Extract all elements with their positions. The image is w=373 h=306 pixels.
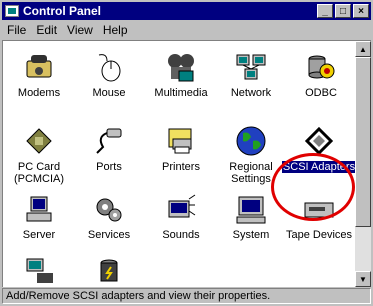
item-label: PC Card (PCMCIA)	[13, 161, 65, 185]
network-icon	[235, 51, 267, 83]
item-label: Modems	[17, 87, 61, 99]
item-label: Mouse	[92, 87, 126, 99]
scroll-down-icon[interactable]: ▼	[355, 271, 371, 287]
mouse-icon	[93, 51, 125, 83]
item-label: Network	[230, 87, 272, 99]
item-label: Services	[87, 229, 131, 241]
item-mouse[interactable]: Mouse	[73, 51, 145, 99]
item-services[interactable]: Services	[73, 193, 145, 241]
system-icon	[235, 193, 267, 225]
item-printers[interactable]: Printers	[145, 125, 217, 173]
services-icon	[93, 193, 125, 225]
modem-icon	[23, 51, 55, 83]
item-ports[interactable]: Ports	[73, 125, 145, 173]
window-title: Control Panel	[23, 4, 102, 18]
ups-icon	[93, 255, 125, 287]
close-button[interactable]: ×	[353, 4, 369, 18]
printers-icon	[165, 125, 197, 157]
item-pc-card[interactable]: PC Card (PCMCIA)	[3, 125, 75, 185]
server-icon	[23, 193, 55, 225]
menu-bar: File Edit View Help	[2, 21, 371, 39]
control-panel-icon	[5, 5, 19, 17]
item-label: System	[232, 229, 270, 241]
menu-view[interactable]: View	[62, 23, 98, 37]
menu-help[interactable]: Help	[98, 23, 133, 37]
globe-icon	[235, 125, 267, 157]
minimize-button[interactable]: _	[317, 4, 333, 18]
item-label: Sounds	[162, 229, 200, 241]
sounds-icon	[165, 193, 197, 225]
menu-file[interactable]: File	[2, 23, 31, 37]
vertical-scrollbar[interactable]: ▲ ▼	[355, 41, 371, 287]
control-panel-window: Control Panel _ □ × File Edit View Help …	[0, 0, 373, 306]
item-label: Ports	[96, 161, 122, 173]
ports-icon	[93, 125, 125, 157]
title-bar[interactable]: Control Panel _ □ ×	[2, 2, 371, 20]
item-multimedia[interactable]: Multimedia	[145, 51, 217, 99]
multimedia-icon	[165, 51, 197, 83]
item-label: Server	[22, 229, 56, 241]
telephony-icon	[23, 255, 55, 287]
menu-edit[interactable]: Edit	[31, 23, 62, 37]
pc-card-icon	[23, 125, 55, 157]
item-modems[interactable]: Modems	[3, 51, 75, 99]
item-label: Multimedia	[154, 87, 208, 99]
item-sounds[interactable]: Sounds	[145, 193, 217, 241]
item-telephony[interactable]	[3, 255, 75, 287]
item-label: Tape Devices	[285, 229, 353, 241]
icon-view: Modems Mouse Multimedia Network ODBC PC …	[2, 40, 371, 287]
item-label: Printers	[162, 161, 200, 173]
item-ups[interactable]	[73, 255, 145, 287]
item-odbc[interactable]: ODBC	[285, 51, 357, 99]
status-bar: Add/Remove SCSI adapters and view their …	[2, 288, 371, 304]
item-label: ODBC	[305, 87, 337, 99]
highlight-circle	[271, 153, 355, 221]
odbc-icon	[305, 51, 337, 83]
scroll-thumb[interactable]	[355, 57, 371, 227]
maximize-button[interactable]: □	[335, 4, 351, 18]
item-network[interactable]: Network	[215, 51, 287, 99]
item-server[interactable]: Server	[3, 193, 75, 241]
scroll-up-icon[interactable]: ▲	[355, 41, 371, 57]
